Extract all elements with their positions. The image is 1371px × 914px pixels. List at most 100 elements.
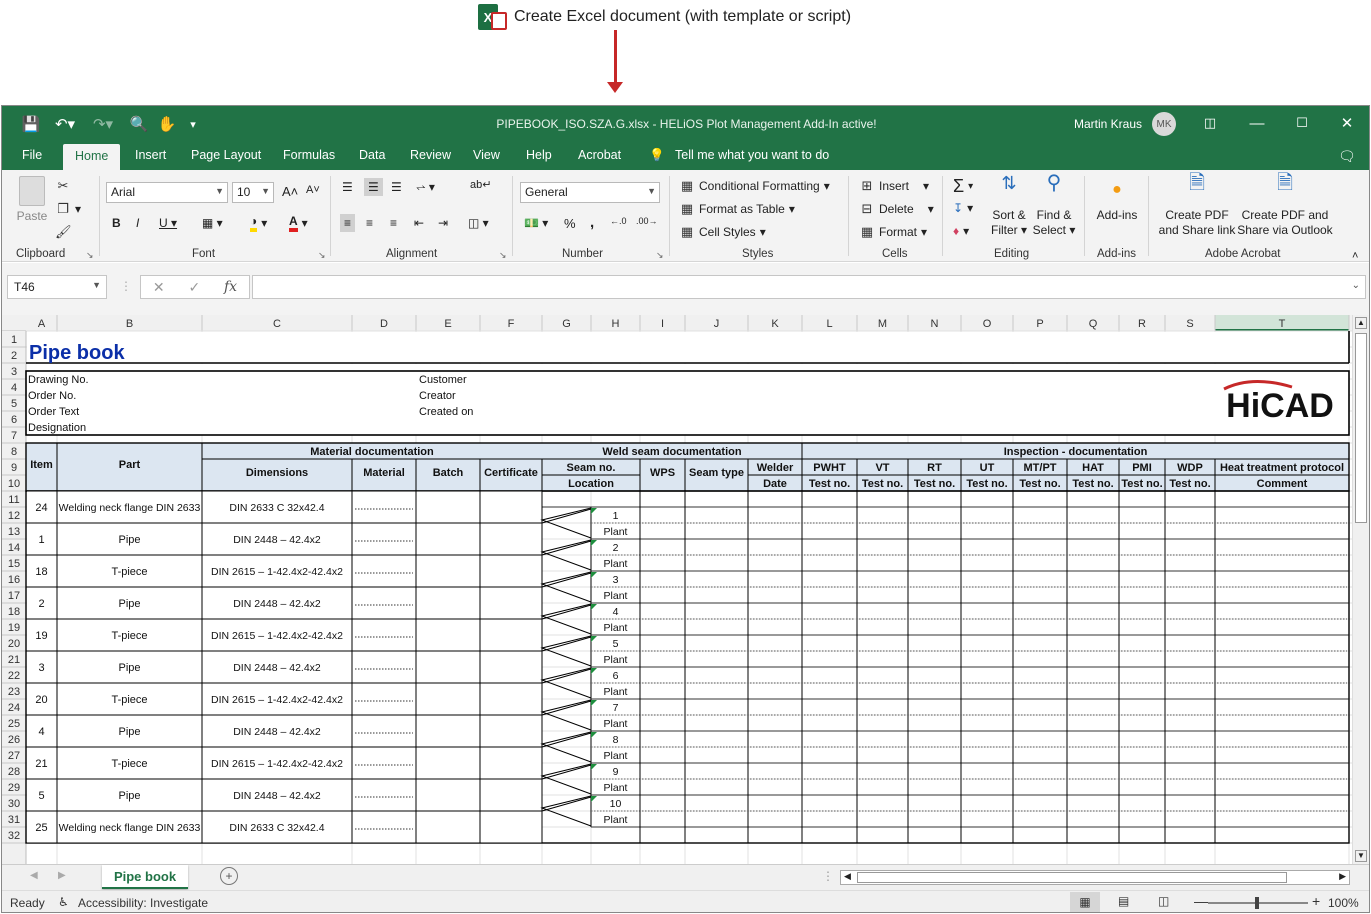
next-sheet-icon[interactable]: ▶: [58, 870, 66, 881]
align-center-icon[interactable]: ≡: [366, 216, 373, 230]
insert-cells-button[interactable]: ⊞ Insert ▾: [859, 178, 930, 194]
font-name-select[interactable]: Arial ▼: [106, 182, 228, 203]
zoom-in-icon[interactable]: +: [1312, 893, 1320, 909]
cancel-icon[interactable]: ✕: [153, 279, 165, 296]
tab-view[interactable]: View: [473, 148, 500, 162]
paste-button[interactable]: Paste: [12, 176, 52, 224]
zoom-slider[interactable]: [1208, 897, 1308, 909]
increase-font-icon[interactable]: A˄: [282, 184, 298, 199]
sort-filter-button[interactable]: ⇅ Sort & Filter ▾: [987, 174, 1031, 238]
user-name[interactable]: Martin Kraus: [1074, 117, 1142, 131]
zoom-level[interactable]: 100%: [1328, 896, 1359, 910]
align-middle-icon[interactable]: ☰: [364, 178, 383, 196]
tab-review[interactable]: Review: [410, 148, 451, 162]
tab-insert[interactable]: Insert: [135, 148, 166, 162]
horizontal-scrollbar[interactable]: ◀ ▶: [840, 870, 1350, 885]
decrease-decimal-icon[interactable]: .00→: [636, 216, 658, 226]
font-launcher-icon[interactable]: ↘: [318, 250, 326, 261]
zoom-out-icon[interactable]: —: [1194, 893, 1208, 909]
alignment-launcher-icon[interactable]: ↘: [499, 250, 507, 261]
zoom-slider-thumb[interactable]: [1255, 897, 1259, 909]
create-pdf-share-link-button[interactable]: 🗎 Create PDF and Share link: [1154, 173, 1240, 238]
align-right-icon[interactable]: ≡: [390, 216, 397, 230]
sheet-tab-pipe-book[interactable]: Pipe book: [102, 865, 188, 889]
align-left-icon[interactable]: ≡: [340, 214, 356, 232]
tell-me-search[interactable]: Tell me what you want to do: [675, 148, 829, 162]
maximize-icon[interactable]: ☐: [1290, 112, 1314, 134]
conditional-formatting-button[interactable]: ▦ Conditional Formatting ▾: [679, 178, 830, 194]
horizontal-scroll-thumb[interactable]: [857, 872, 1287, 883]
clear-icon[interactable]: ♦ ▾: [953, 224, 969, 238]
add-sheet-icon[interactable]: +: [220, 867, 238, 885]
align-bottom-icon[interactable]: ☰: [391, 180, 402, 194]
minimize-icon[interactable]: —: [1245, 112, 1269, 134]
underline-button[interactable]: U ▾: [159, 216, 177, 230]
format-painter-icon[interactable]: 🖌: [55, 224, 72, 240]
page-layout-view-icon[interactable]: ▤: [1118, 894, 1129, 908]
scroll-right-icon[interactable]: ▶: [1339, 871, 1346, 882]
accounting-icon[interactable]: 💵 ▾: [524, 216, 548, 230]
formula-input[interactable]: ⌄: [252, 275, 1366, 299]
scroll-up-icon[interactable]: ▲: [1355, 317, 1367, 329]
cut-icon[interactable]: ✂: [55, 178, 71, 194]
create-pdf-outlook-button[interactable]: 🗎 Create PDF and Share via Outlook: [1236, 173, 1334, 238]
prev-sheet-icon[interactable]: ◀: [30, 870, 38, 881]
scroll-thumb[interactable]: [1355, 333, 1367, 523]
borders-icon[interactable]: ▦ ▾: [202, 216, 223, 230]
worksheet-grid[interactable]: A B C D E F G H I J K L M N O P Q R S T 1 2 3 4 5 6 7 8 9 10 11 12 13 14 1…: [2, 315, 1352, 864]
align-top-icon[interactable]: ☰: [342, 180, 353, 194]
delete-cells-button[interactable]: ⊟ Delete ▾: [859, 201, 934, 217]
collapse-ribbon-icon[interactable]: ˄: [1352, 250, 1358, 262]
tab-home[interactable]: Home: [63, 144, 121, 170]
fill-icon[interactable]: ↧ ▾: [953, 201, 973, 215]
insert-function-icon[interactable]: fx: [224, 279, 237, 295]
decrease-indent-icon[interactable]: ⇤: [414, 216, 424, 230]
sheet-tab-bar: ◀ ▶ Pipe book + ⋮ ◀ ▶: [2, 864, 1369, 890]
bold-button[interactable]: B: [112, 216, 121, 230]
avatar[interactable]: MK: [1152, 112, 1176, 136]
tab-formulas[interactable]: Formulas: [283, 148, 335, 162]
number-launcher-icon[interactable]: ↘: [656, 250, 664, 261]
clipboard-launcher-icon[interactable]: ↘: [86, 250, 94, 261]
column-header-J: J: [714, 318, 720, 330]
close-icon[interactable]: ✕: [1335, 112, 1359, 134]
scroll-left-icon[interactable]: ◀: [844, 871, 851, 882]
group-weld: Weld seam documentation: [602, 446, 741, 458]
increase-decimal-icon[interactable]: ←.0: [610, 216, 627, 226]
copy-icon[interactable]: ❐ ▾: [55, 201, 81, 217]
comma-icon[interactable]: ,: [590, 214, 594, 231]
orientation-icon[interactable]: ⥋ ▾: [416, 180, 435, 195]
font-size-select[interactable]: 10 ▼: [232, 182, 274, 203]
cell-styles-button[interactable]: ▦ Cell Styles ▾: [679, 224, 766, 240]
tab-split-icon[interactable]: ⋮: [822, 869, 834, 883]
scroll-down-icon[interactable]: ▼: [1355, 850, 1367, 862]
addins-button[interactable]: ● Add-ins: [1092, 176, 1142, 223]
col-certificate: Certificate: [484, 467, 538, 479]
decrease-font-icon[interactable]: A˅: [306, 184, 320, 196]
tab-help[interactable]: Help: [526, 148, 552, 162]
name-box[interactable]: T46 ▼: [7, 275, 107, 299]
wrap-text-icon[interactable]: ab↵: [470, 178, 491, 191]
tab-acrobat[interactable]: Acrobat: [578, 148, 621, 162]
tab-page-layout[interactable]: Page Layout: [191, 148, 261, 162]
increase-indent-icon[interactable]: ⇥: [438, 216, 448, 230]
autosum-icon[interactable]: Σ ▾: [953, 176, 973, 197]
normal-view-icon[interactable]: ▦: [1070, 892, 1100, 912]
format-as-table-button[interactable]: ▦ Format as Table ▾: [679, 201, 795, 217]
accessibility-status[interactable]: Accessibility: Investigate: [78, 896, 208, 910]
font-color-icon[interactable]: A ▾: [289, 214, 308, 232]
number-format-select[interactable]: General ▼: [520, 182, 660, 203]
find-select-button[interactable]: ⚲ Find & Select ▾: [1032, 173, 1076, 238]
tab-data[interactable]: Data: [359, 148, 385, 162]
page-break-view-icon[interactable]: ◫: [1158, 894, 1169, 908]
fill-color-icon[interactable]: ◑ ▾: [250, 214, 267, 232]
tab-file[interactable]: File: [22, 148, 42, 162]
merge-center-icon[interactable]: ◫ ▾: [468, 216, 489, 230]
percent-icon[interactable]: %: [564, 216, 576, 231]
format-cells-button[interactable]: ▦ Format ▾: [859, 224, 927, 240]
vertical-scrollbar[interactable]: ▲ ▼: [1352, 315, 1369, 864]
comments-icon[interactable]: 🗨: [1338, 148, 1356, 165]
italic-button[interactable]: I: [136, 216, 139, 230]
enter-icon[interactable]: ✓: [188, 279, 200, 296]
ribbon-display-icon[interactable]: ◫: [1198, 112, 1222, 134]
